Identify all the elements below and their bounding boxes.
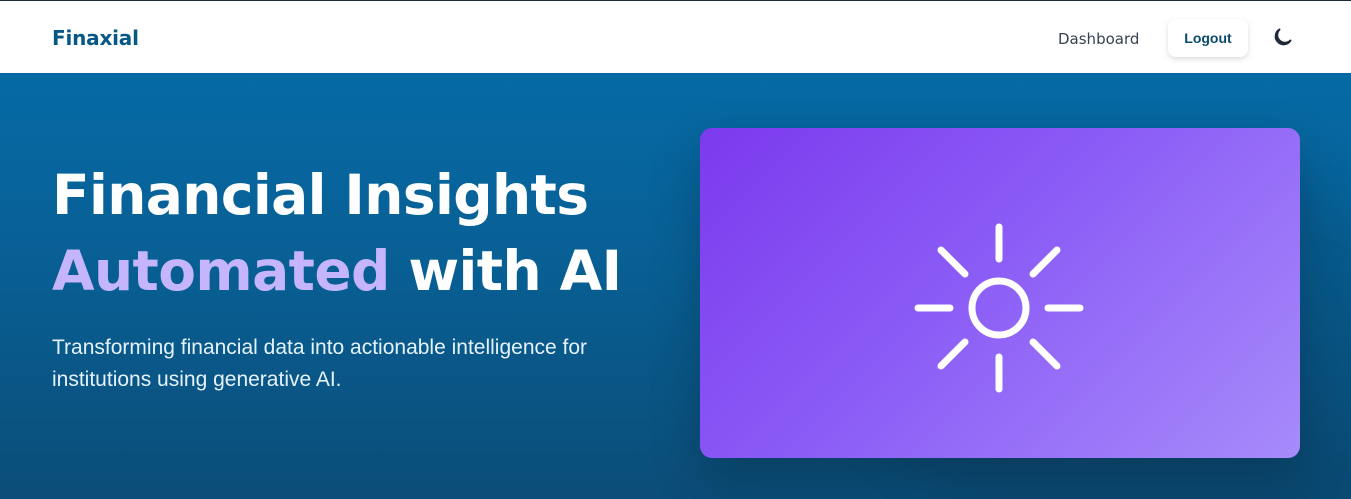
hero-title-accent: Automated <box>52 239 390 303</box>
dashboard-link[interactable]: Dashboard <box>1058 30 1139 48</box>
landing-page: Finaxial Dashboard Logout Financial Insi… <box>0 0 1351 499</box>
moon-icon <box>1274 28 1292 46</box>
hero-visual-card <box>700 128 1300 458</box>
hero-title-line-2-rest: with AI <box>389 239 622 303</box>
top-navigation-bar: Finaxial Dashboard Logout <box>0 0 1351 72</box>
hero-subtitle: Transforming financial data into actiona… <box>52 336 588 391</box>
theme-toggle-button[interactable] <box>1270 26 1294 50</box>
hero-title-line-1: Financial Insights <box>52 163 589 227</box>
logout-button[interactable]: Logout <box>1168 19 1248 57</box>
hero-title: Financial Insights Automated with AI <box>52 157 692 309</box>
sun-icon <box>914 223 1084 393</box>
brand-logo[interactable]: Finaxial <box>52 26 139 50</box>
